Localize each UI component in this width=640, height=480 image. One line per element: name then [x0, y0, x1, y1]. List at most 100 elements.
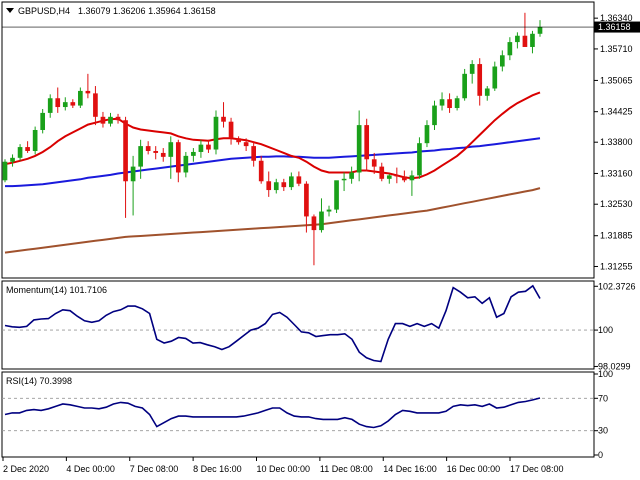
- candle-body: [379, 166, 385, 179]
- trading-chart: 1.363401.357101.350651.344251.338001.331…: [0, 0, 640, 480]
- indicator-tick-label: 102.3726: [598, 281, 636, 291]
- candle-body: [228, 121, 234, 139]
- candle: [32, 126, 38, 155]
- candle-body: [175, 142, 181, 173]
- candle: [417, 137, 422, 179]
- price-tick-label: 1.33160: [600, 168, 633, 178]
- candle-body: [537, 26, 543, 34]
- candle-body: [70, 102, 76, 106]
- current-price-marker: 1.36158: [594, 21, 640, 33]
- candle-body: [123, 120, 128, 182]
- indicator-tick-label: 100: [598, 369, 613, 379]
- time-tick-label: 16 Dec 00:00: [447, 464, 501, 474]
- candle-body: [462, 73, 467, 99]
- candle-body: [515, 35, 520, 43]
- price-tick-label: 1.34425: [600, 107, 633, 117]
- candle-body: [100, 116, 106, 124]
- candle-body: [55, 98, 61, 108]
- candle-body: [394, 175, 400, 177]
- price-tick-label: 1.33800: [600, 137, 633, 147]
- candle-body: [349, 172, 354, 179]
- time-tick-label: 17 Dec 08:00: [510, 464, 564, 474]
- candle-body: [191, 151, 196, 156]
- candle-body: [326, 209, 332, 212]
- candle-body: [319, 211, 324, 231]
- candle-body: [386, 175, 392, 179]
- indicator-tick-label: 100: [598, 325, 613, 335]
- candle-body: [522, 35, 528, 47]
- candle-body: [364, 125, 370, 160]
- candle-body: [311, 216, 317, 231]
- candle-body: [130, 166, 136, 182]
- candle-body: [243, 142, 249, 147]
- candle-body: [213, 116, 219, 150]
- time-tick-label: 10 Dec 00:00: [257, 464, 311, 474]
- candle-body: [10, 157, 15, 162]
- candle-body: [402, 176, 407, 181]
- candle-body: [371, 159, 377, 167]
- candle-body: [492, 66, 498, 89]
- current-price-label: 1.36158: [598, 22, 631, 32]
- candle-body: [356, 125, 362, 173]
- time-tick-label: 4 Dec 00:00: [66, 464, 115, 474]
- candle-body: [145, 146, 151, 151]
- rsi-title: RSI(14) 70.3998: [6, 376, 72, 386]
- time-tick-label: 7 Dec 08:00: [130, 464, 179, 474]
- candle-body: [447, 99, 452, 109]
- candle-body: [93, 93, 98, 117]
- candle-body: [273, 182, 279, 191]
- candle-body: [206, 144, 211, 150]
- price-tick-label: 1.35710: [600, 44, 633, 54]
- candle-body: [469, 64, 475, 74]
- price-tick-label: 1.32530: [600, 199, 633, 209]
- candle: [334, 180, 339, 214]
- candle-body: [258, 160, 264, 182]
- candle-body: [78, 90, 83, 106]
- candle-body: [32, 129, 38, 151]
- candle-body: [25, 147, 30, 151]
- candle-body: [47, 98, 53, 113]
- candle-body: [341, 178, 347, 181]
- candle-body: [296, 176, 302, 184]
- candle-body: [409, 175, 415, 181]
- momentum-title: Momentum(14) 101.7106: [6, 285, 107, 295]
- candle-body: [499, 55, 505, 67]
- candle-body: [153, 150, 159, 153]
- time-tick-label: 8 Dec 16:00: [193, 464, 242, 474]
- price-tick-label: 1.31255: [600, 261, 633, 271]
- candle: [2, 159, 8, 183]
- candle-body: [334, 180, 339, 210]
- candle-body: [183, 155, 189, 173]
- candle-body: [304, 183, 309, 217]
- candle-body: [2, 161, 8, 181]
- candle-body: [85, 90, 91, 94]
- candle-body: [236, 138, 241, 143]
- candle-body: [454, 98, 460, 109]
- candle-body: [17, 147, 23, 158]
- symbol-label: GBPUSD,H4: [18, 6, 70, 16]
- candle-body: [417, 143, 422, 176]
- candle-body: [281, 182, 287, 188]
- time-tick-label: 2 Dec 2020: [3, 464, 49, 474]
- price-tick-label: 1.31885: [600, 231, 633, 241]
- candle-body: [530, 33, 535, 47]
- time-tick-label: 11 Dec 08:00: [320, 464, 373, 474]
- indicator-tick-label: 0: [598, 450, 603, 460]
- indicator-tick-label: 30: [598, 426, 608, 436]
- candle-body: [221, 116, 226, 122]
- candle-body: [507, 42, 513, 56]
- candle-body: [108, 116, 113, 124]
- candle-body: [138, 146, 143, 167]
- candle-body: [251, 146, 256, 161]
- candle-body: [62, 102, 68, 108]
- candle-body: [266, 181, 272, 191]
- candle: [213, 110, 219, 155]
- candle-body: [424, 125, 430, 144]
- candle-body: [160, 152, 166, 157]
- candle-body: [289, 176, 294, 188]
- candle-body: [439, 99, 445, 106]
- ohlc-values: 1.36079 1.36206 1.35964 1.36158: [78, 6, 216, 16]
- price-y-axis: 1.363401.357101.350651.344251.338001.331…: [594, 13, 633, 271]
- indicator-tick-label: 70: [598, 393, 608, 403]
- candle-body: [40, 112, 46, 130]
